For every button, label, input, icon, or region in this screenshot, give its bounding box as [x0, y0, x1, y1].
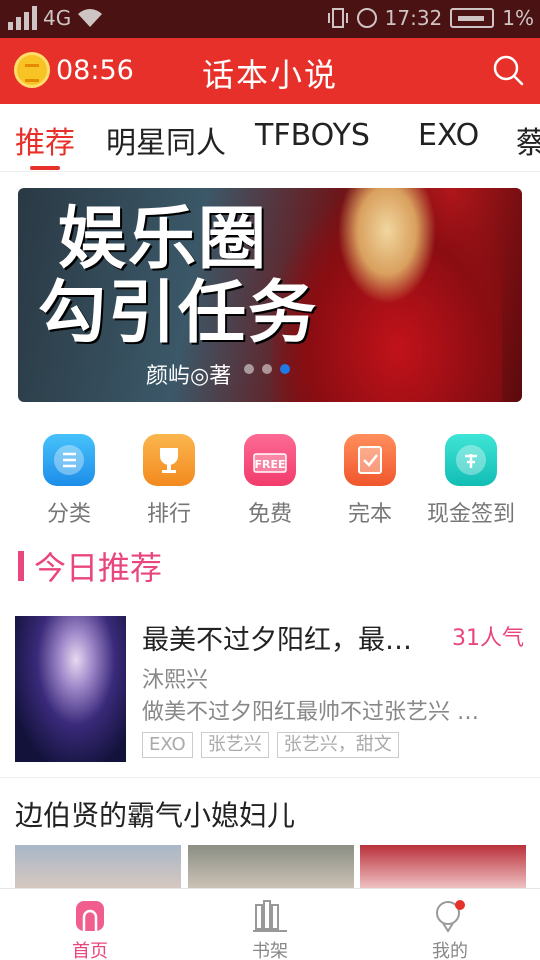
nav-home[interactable]: 首页 [40, 895, 140, 960]
vibrate-icon [327, 8, 348, 28]
tab-recommend[interactable]: 推荐 [15, 118, 75, 162]
battery-percent: 1% [502, 6, 534, 30]
book-tags: EXO 张艺兴 张艺兴，甜文 [142, 732, 399, 758]
category-tabs: 推荐 明星同人 TFBOYS EXO 蔡 [0, 104, 540, 172]
nav-label: 书架 [252, 941, 288, 960]
tab-cai[interactable]: 蔡 [516, 118, 540, 162]
alarm-icon [356, 8, 377, 28]
book-cover[interactable] [15, 616, 126, 762]
entry-label: 完本 [347, 502, 392, 527]
banner-title: 娱乐圈 勾引任务 [38, 199, 318, 350]
entry-free[interactable]: FREE 免费 [220, 430, 320, 528]
book-author: 沐熙兴 [142, 668, 209, 693]
thumbnail-image[interactable] [188, 845, 354, 890]
book-title: 最美不过夕阳红，最… [142, 625, 412, 656]
wifi-icon [78, 9, 103, 27]
entry-label: 排行 [146, 502, 191, 527]
signal-icon [8, 6, 37, 30]
banner-title-line2: 勾引任务 [38, 273, 319, 353]
check-note-icon [344, 434, 396, 486]
banner-dot-active[interactable] [280, 364, 290, 374]
entry-category[interactable]: 分类 [19, 430, 119, 528]
bottom-navigation: 首页 书架 我的 [0, 888, 540, 960]
entry-label: 分类 [46, 502, 91, 527]
status-left: 4G [8, 6, 103, 30]
quick-entries: 分类 排行 FREE 免费 完本 现金签到 [0, 430, 540, 530]
app-header: 08:56 话本小说 [0, 38, 540, 104]
banner-dot[interactable] [262, 364, 272, 374]
book-popularity: 31人气 [452, 626, 524, 651]
book-tag[interactable]: 张艺兴，甜文 [276, 732, 399, 758]
tab-exo[interactable]: EXO [418, 118, 479, 153]
profile-icon [432, 899, 468, 933]
search-icon[interactable] [492, 54, 524, 86]
tab-active-indicator [30, 166, 60, 170]
book-tag[interactable]: EXO [142, 732, 193, 758]
status-time: 17:32 [384, 6, 443, 30]
nav-bookshelf[interactable]: 书架 [220, 895, 320, 960]
book-tag[interactable]: 张艺兴 [200, 732, 269, 758]
entry-cash-signin[interactable]: 现金签到 [421, 430, 521, 528]
list-icon [43, 434, 95, 486]
sign-in-icon [445, 434, 497, 486]
section2-title[interactable]: 边伯贤的霸气小媳妇儿 [15, 794, 295, 834]
nav-label: 首页 [72, 941, 108, 960]
bookshelf-icon [252, 899, 288, 933]
section-header: 今日推荐 [18, 546, 163, 587]
tab-tfboys[interactable]: TFBOYS [255, 118, 370, 153]
svg-text:FREE: FREE [254, 458, 285, 471]
home-icon [72, 899, 108, 933]
section2-thumbnails [15, 845, 540, 890]
banner-pagination [244, 364, 290, 374]
nav-profile[interactable]: 我的 [400, 895, 500, 960]
app-title: 话本小说 [201, 56, 338, 94]
entry-completed[interactable]: 完本 [320, 430, 420, 528]
thumbnail-image[interactable] [15, 845, 181, 890]
banner-title-line1: 娱乐圈 [58, 199, 269, 279]
section-title: 今日推荐 [34, 549, 163, 587]
network-type: 4G [43, 6, 72, 30]
section-accent-bar [18, 551, 24, 581]
free-icon: FREE [244, 434, 296, 486]
tab-celebrity-fanfic[interactable]: 明星同人 [106, 118, 226, 162]
nav-label: 我的 [432, 941, 468, 960]
trophy-icon [143, 434, 195, 486]
banner-dot[interactable] [244, 364, 254, 374]
status-bar: 4G 17:32 1% [0, 0, 540, 38]
entry-ranking[interactable]: 排行 [119, 430, 219, 528]
entry-label: 免费 [247, 502, 292, 527]
book-description: 做美不过夕阳红最帅不过张艺兴 … [142, 700, 479, 725]
notification-dot [455, 900, 465, 910]
entry-label: 现金签到 [426, 502, 515, 527]
status-right: 17:32 1% [327, 6, 534, 30]
book-list-item[interactable]: 最美不过夕阳红，最… 31人气 沐熙兴 做美不过夕阳红最帅不过张艺兴 … EXO… [0, 610, 540, 778]
thumbnail-image[interactable] [360, 845, 526, 890]
battery-icon [450, 8, 495, 28]
banner-author: 颜屿◎著 [146, 364, 232, 389]
